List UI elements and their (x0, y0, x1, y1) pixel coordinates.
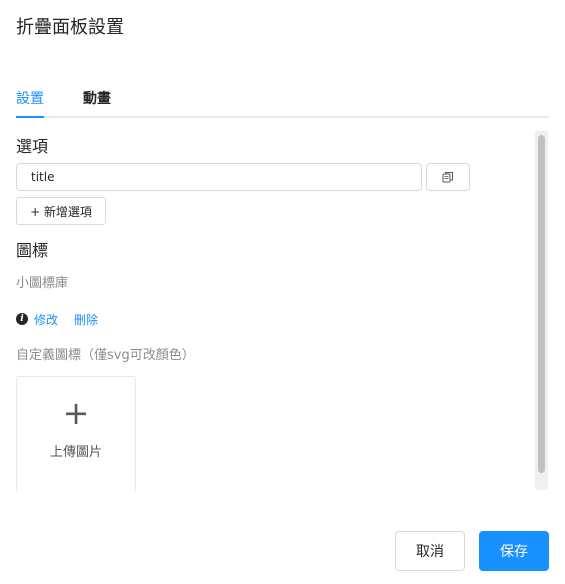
options-heading: 選項 (16, 137, 49, 156)
info-icon: i (16, 313, 28, 325)
custom-icon-label: 自定義圖標（僅svg可改顏色） (16, 348, 195, 363)
icon-library-label: 小圖標庫 (16, 276, 69, 291)
tab-animation[interactable]: 動畫 (83, 88, 111, 108)
upload-label: 上傳圖片 (49, 445, 102, 460)
active-tab-indicator (16, 116, 44, 118)
add-option-button[interactable]: + 新增選項 (16, 197, 106, 225)
copy-option-button[interactable] (426, 163, 470, 191)
tab-bar: 設置 動畫 (16, 86, 549, 118)
icon-heading: 圖標 (16, 241, 49, 260)
dialog-title: 折疊面板設置 (16, 17, 124, 38)
icon-actions: i 修改 刪除 (16, 310, 98, 328)
scrollbar-thumb[interactable] (538, 135, 545, 473)
upload-image-button[interactable]: + 上傳圖片 (16, 376, 136, 491)
option-title-input[interactable] (16, 163, 422, 191)
edit-icon-link[interactable]: 修改 (34, 311, 58, 328)
tab-settings[interactable]: 設置 (16, 88, 44, 108)
settings-panel: 選項 + 新增選項 圖標 小圖標庫 i 修改 刪除 自定義圖標（僅svg可改顏色… (16, 130, 531, 491)
save-button[interactable]: 保存 (479, 531, 549, 571)
delete-icon-link[interactable]: 刪除 (74, 311, 98, 328)
copy-icon (442, 168, 454, 187)
plus-icon: + (62, 394, 90, 432)
vertical-scrollbar[interactable] (535, 131, 548, 490)
cancel-button[interactable]: 取消 (395, 531, 465, 571)
